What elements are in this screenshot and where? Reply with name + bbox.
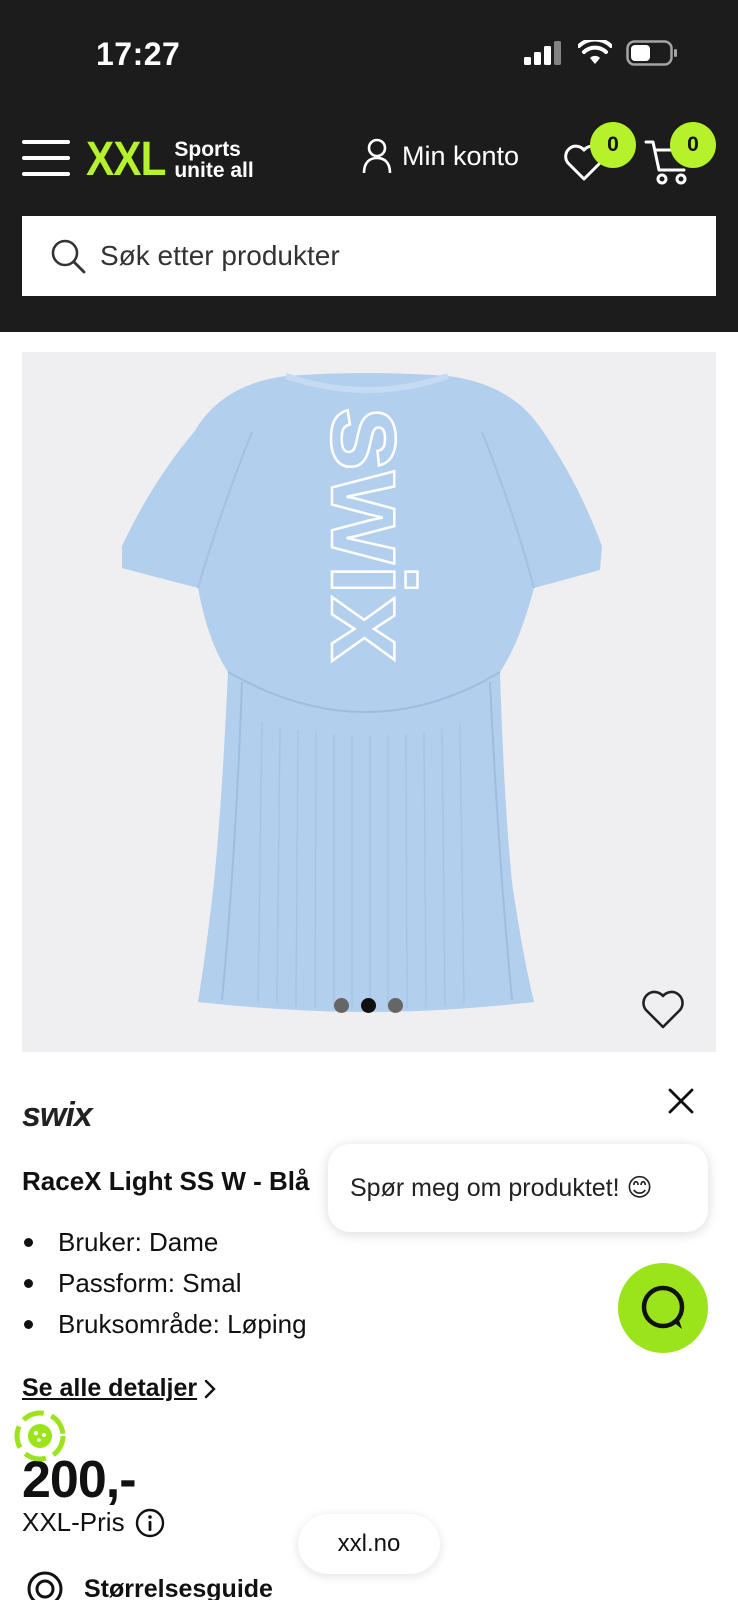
price-type: XXL-Pris [22, 1507, 165, 1538]
cart-count-badge: 0 [670, 122, 716, 168]
brand-logo[interactable]: swix [22, 1096, 93, 1135]
feature-item: Bruksområde: Løping [22, 1304, 307, 1345]
menu-line [22, 140, 70, 144]
feature-item: Bruker: Dame [22, 1222, 307, 1263]
xxl-logo[interactable]: XXL Sports unite all [86, 136, 254, 184]
product-photo-shirt: swix [122, 373, 602, 1012]
hamburger-menu-button[interactable] [22, 140, 70, 176]
menu-line [22, 172, 70, 176]
status-bar: 17:27 [0, 0, 738, 110]
logo-tagline: Sports unite all [174, 139, 253, 181]
status-icons [524, 40, 678, 66]
wishlist-count-badge: 0 [590, 122, 636, 168]
size-guide-icon [27, 1571, 63, 1600]
carousel-indicators [334, 998, 403, 1013]
site-header: XXL Sports unite all Min konto 0 0 Søk e… [0, 110, 738, 332]
product-features: Bruker: Dame Passform: Smal Bruksområde:… [22, 1222, 307, 1345]
size-guide-link[interactable]: Størrelsesguide [26, 1570, 273, 1600]
wifi-icon [578, 40, 612, 64]
chat-bubble-icon [641, 1285, 685, 1329]
see-all-details-link[interactable]: Se alle detaljer [22, 1374, 217, 1403]
close-icon[interactable] [666, 1086, 696, 1116]
logo-tagline-line-1: Sports [174, 138, 241, 161]
info-icon[interactable] [135, 1508, 165, 1538]
chevron-right-icon [204, 1379, 216, 1398]
menu-line [22, 156, 70, 160]
carousel-dot[interactable] [334, 998, 349, 1013]
price-type-label: XXL-Pris [22, 1507, 125, 1537]
logo-tagline-line-2: unite all [174, 159, 254, 182]
product-image-carousel[interactable]: swix [22, 352, 716, 1052]
signal-icon [524, 41, 561, 65]
shirt-brand-print: swix [306, 406, 438, 662]
carousel-dot-active[interactable] [361, 998, 376, 1013]
user-icon [362, 138, 392, 174]
search-icon [51, 239, 86, 274]
search-input[interactable]: Søk etter produkter [22, 216, 716, 296]
feature-item: Passform: Smal [22, 1263, 307, 1304]
my-account-label: Min konto [402, 140, 520, 171]
chat-open-button[interactable] [618, 1263, 708, 1353]
product-title: RaceX Light SS W - Blå [22, 1166, 310, 1196]
chat-prompt-bubble[interactable]: Spør meg om produktet! 😊 [328, 1144, 708, 1232]
add-to-wishlist-heart-icon[interactable] [640, 988, 686, 1030]
battery-icon [626, 40, 677, 66]
carousel-dot[interactable] [388, 998, 403, 1013]
status-time: 17:27 [96, 36, 181, 72]
my-account-button[interactable]: Min konto [362, 138, 519, 174]
browser-url-bar[interactable]: xxl.no [298, 1514, 440, 1574]
search-placeholder: Søk etter produkter [100, 240, 340, 271]
cookie-consent-icon[interactable] [14, 1410, 66, 1462]
see-all-details-label: Se alle detaljer [22, 1374, 198, 1402]
size-guide-label: Størrelsesguide [84, 1574, 273, 1600]
logo-wordmark: XXL [86, 133, 166, 186]
